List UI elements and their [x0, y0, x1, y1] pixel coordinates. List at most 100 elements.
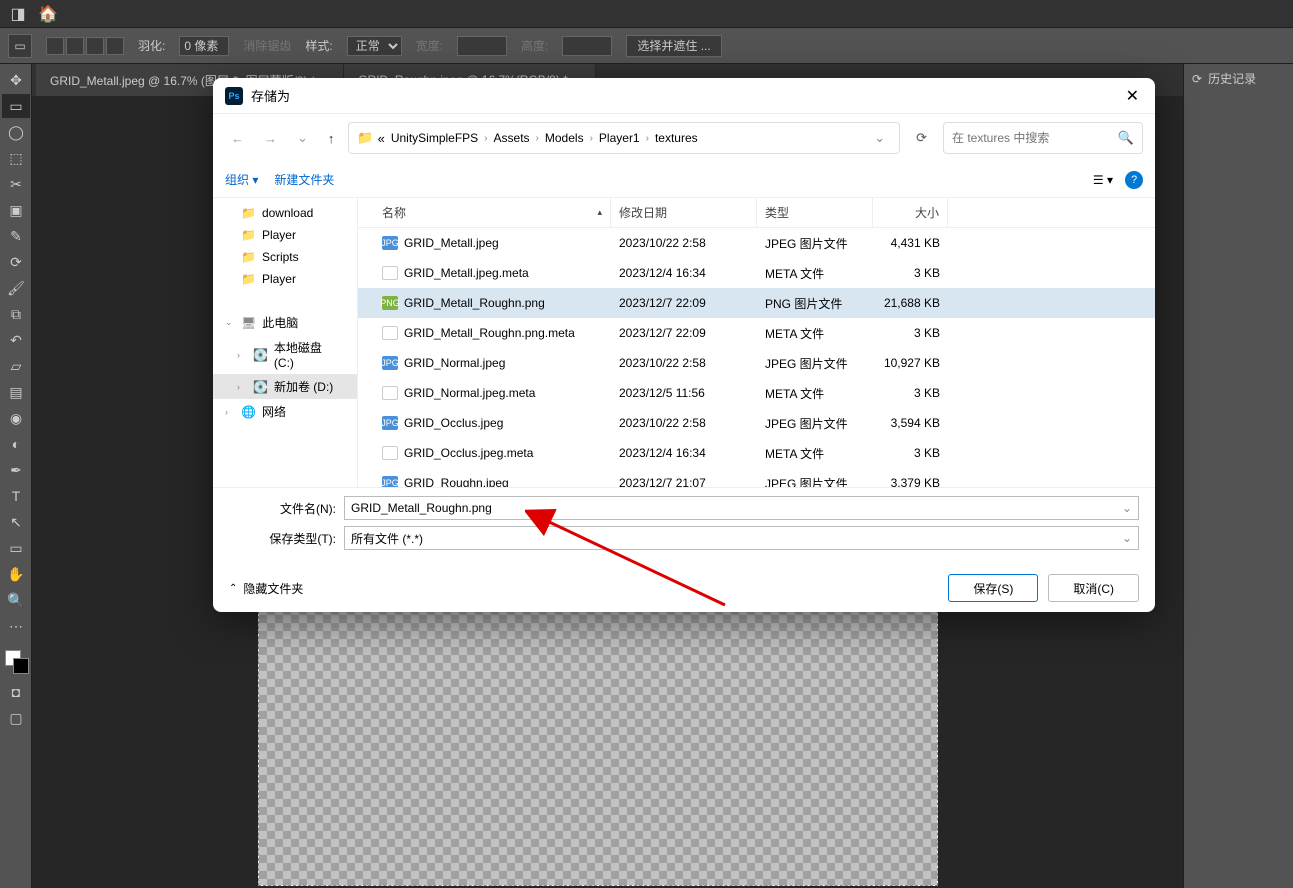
breadcrumb-item[interactable]: UnitySimpleFPS — [389, 131, 480, 145]
background-swatch[interactable] — [13, 658, 29, 674]
nav-up-icon[interactable]: ↑ — [322, 127, 341, 150]
style-select[interactable]: 正常 — [347, 36, 402, 56]
file-row[interactable]: JPGGRID_Occlus.jpeg2023/10/22 2:58JPEG 图… — [358, 408, 1155, 438]
file-row[interactable]: JPGGRID_Metall.jpeg2023/10/22 2:58JPEG 图… — [358, 228, 1155, 258]
document-canvas[interactable] — [258, 606, 938, 886]
move-tool-icon[interactable]: ✥ — [2, 68, 30, 92]
hide-folders-button[interactable]: ⌃ 隐藏文件夹 — [229, 580, 303, 597]
lasso-tool-icon[interactable]: ◯ — [2, 120, 30, 144]
sidebar-item-drive-d[interactable]: ›💽新加卷 (D:) — [213, 374, 357, 399]
pen-tool-icon[interactable]: ✒ — [2, 458, 30, 482]
screen-mode-icon[interactable]: ▢ — [2, 706, 30, 730]
file-name: GRID_Occlus.jpeg.meta — [404, 446, 533, 460]
filename-combo[interactable]: GRID_Metall_Roughn.png ⌄ — [344, 496, 1139, 520]
search-input[interactable] — [952, 131, 1112, 145]
search-box[interactable]: 🔍 — [943, 122, 1143, 154]
file-size: 3,594 KB — [873, 416, 948, 430]
history-panel-tab[interactable]: ⟳ 历史记录 — [1184, 64, 1293, 93]
chevron-down-icon[interactable]: ⌄ — [868, 130, 891, 146]
chevron-down-icon[interactable]: ⌄ — [1122, 531, 1132, 545]
save-button[interactable]: 保存(S) — [948, 574, 1038, 602]
sidebar-item-thispc[interactable]: ⌄🖥此电脑 — [213, 310, 357, 335]
file-date: 2023/12/4 16:34 — [611, 266, 757, 280]
file-name: GRID_Normal.jpeg.meta — [404, 386, 535, 400]
selection-mode-buttons[interactable] — [46, 37, 124, 55]
type-tool-icon[interactable]: T — [2, 484, 30, 508]
chevron-down-icon[interactable]: ⌄ — [1122, 501, 1132, 515]
help-icon[interactable]: ? — [1125, 171, 1143, 189]
nav-recent-icon[interactable]: ⌄ — [291, 126, 314, 150]
nav-back-icon[interactable]: ← — [225, 127, 250, 150]
crop-tool-icon[interactable]: ✂ — [2, 172, 30, 196]
file-type: META 文件 — [757, 385, 873, 402]
blur-tool-icon[interactable]: ◉ — [2, 406, 30, 430]
hand-tool-icon[interactable]: ✋ — [2, 562, 30, 586]
savetype-combo[interactable]: 所有文件 (*.*) ⌄ — [344, 526, 1139, 550]
app-menubar: ◨ 🏠 — [0, 0, 1293, 28]
breadcrumb-item[interactable]: Player1 — [597, 131, 642, 145]
quick-mask-icon[interactable]: ◘ — [2, 680, 30, 704]
cancel-button[interactable]: 取消(C) — [1048, 574, 1139, 602]
file-name: GRID_Metall_Roughn.png — [404, 296, 545, 310]
tool-preset-icon[interactable]: ▭ — [8, 34, 32, 58]
sidebar-item-download[interactable]: 📁download — [213, 202, 357, 224]
refresh-icon[interactable]: ⟳ — [908, 126, 935, 150]
shape-tool-icon[interactable]: ▭ — [2, 536, 30, 560]
file-size: 3,379 KB — [873, 476, 948, 487]
stamp-tool-icon[interactable]: ⧉ — [2, 302, 30, 326]
new-folder-button[interactable]: 新建文件夹 — [274, 171, 334, 188]
close-icon[interactable]: ✕ — [1122, 82, 1143, 110]
file-row[interactable]: GRID_Occlus.jpeg.meta2023/12/4 16:34META… — [358, 438, 1155, 468]
file-name: GRID_Metall.jpeg.meta — [404, 266, 529, 280]
file-type-icon: JPG — [382, 476, 398, 487]
breadcrumb-item[interactable]: textures — [653, 131, 700, 145]
file-list[interactable]: JPGGRID_Metall.jpeg2023/10/22 2:58JPEG 图… — [358, 228, 1155, 487]
folder-icon: 📁 — [357, 130, 373, 146]
search-icon[interactable]: 🔍 — [1118, 130, 1134, 146]
col-type-header[interactable]: 类型 — [757, 198, 873, 227]
breadcrumb-overflow[interactable]: « — [378, 131, 385, 146]
quick-select-tool-icon[interactable]: ⬚ — [2, 146, 30, 170]
sidebar-item-scripts[interactable]: 📁Scripts — [213, 246, 357, 268]
col-date-header[interactable]: 修改日期 — [611, 198, 757, 227]
select-and-mask-button[interactable]: 选择并遮住 ... — [626, 35, 721, 57]
history-icon: ⟳ — [1192, 72, 1202, 86]
col-size-header[interactable]: 大小 — [873, 198, 948, 227]
file-row[interactable]: GRID_Normal.jpeg.meta 2023/12/5 11:56META… — [358, 378, 1155, 408]
eyedropper-tool-icon[interactable]: ✎ — [2, 224, 30, 248]
dodge-tool-icon[interactable]: ◐ — [2, 432, 30, 456]
organize-button[interactable]: 组织 ▾ — [225, 171, 258, 188]
sidebar-item-player[interactable]: 📁Player — [213, 224, 357, 246]
sidebar-item-network[interactable]: ›🌐网络 — [213, 399, 357, 424]
breadcrumb-item[interactable]: Assets — [492, 131, 532, 145]
gradient-tool-icon[interactable]: ▤ — [2, 380, 30, 404]
marquee-tool-icon[interactable]: ▭ — [2, 94, 30, 118]
file-name: GRID_Occlus.jpeg — [404, 416, 503, 430]
folder-tree[interactable]: 📁download 📁Player 📁Scripts 📁Player ⌄🖥此电脑… — [213, 198, 358, 487]
sidebar-item-player2[interactable]: 📁Player — [213, 268, 357, 290]
file-type: META 文件 — [757, 445, 873, 462]
file-row[interactable]: GRID_Metall.jpeg.meta2023/12/4 16:34META… — [358, 258, 1155, 288]
home-icon[interactable]: 🏠 — [38, 4, 58, 24]
file-date: 2023/12/5 11:56 — [611, 386, 757, 400]
ps-logo-icon[interactable]: ◨ — [8, 4, 28, 24]
sidebar-item-drive-c[interactable]: ›💽本地磁盘 (C:) — [213, 335, 357, 374]
zoom-tool-icon[interactable]: 🔍 — [2, 588, 30, 612]
brush-tool-icon[interactable]: 🖌 — [2, 276, 30, 300]
path-select-tool-icon[interactable]: ↖ — [2, 510, 30, 534]
eraser-tool-icon[interactable]: ▱ — [2, 354, 30, 378]
feather-input[interactable] — [179, 36, 229, 56]
file-row[interactable]: JPGGRID_Roughn.jpeg2023/12/7 21:07JPEG 图… — [358, 468, 1155, 487]
healing-tool-icon[interactable]: ⟳ — [2, 250, 30, 274]
color-swatches[interactable] — [2, 650, 29, 678]
col-name-header[interactable]: 名称▴ — [358, 198, 611, 227]
view-toggle-button[interactable]: ☰ ▾ — [1093, 173, 1113, 187]
breadcrumb-item[interactable]: Models — [543, 131, 586, 145]
file-row[interactable]: GRID_Metall_Roughn.png.meta2023/12/7 22:… — [358, 318, 1155, 348]
history-brush-tool-icon[interactable]: ↶ — [2, 328, 30, 352]
breadcrumb[interactable]: 📁 « UnitySimpleFPS› Assets› Models› Play… — [348, 122, 900, 154]
file-row[interactable]: PNGGRID_Metall_Roughn.png2023/12/7 22:09… — [358, 288, 1155, 318]
edit-toolbar-icon[interactable]: ⋯ — [2, 614, 30, 638]
file-row[interactable]: JPGGRID_Normal.jpeg2023/10/22 2:58JPEG 图… — [358, 348, 1155, 378]
frame-tool-icon[interactable]: ▣ — [2, 198, 30, 222]
